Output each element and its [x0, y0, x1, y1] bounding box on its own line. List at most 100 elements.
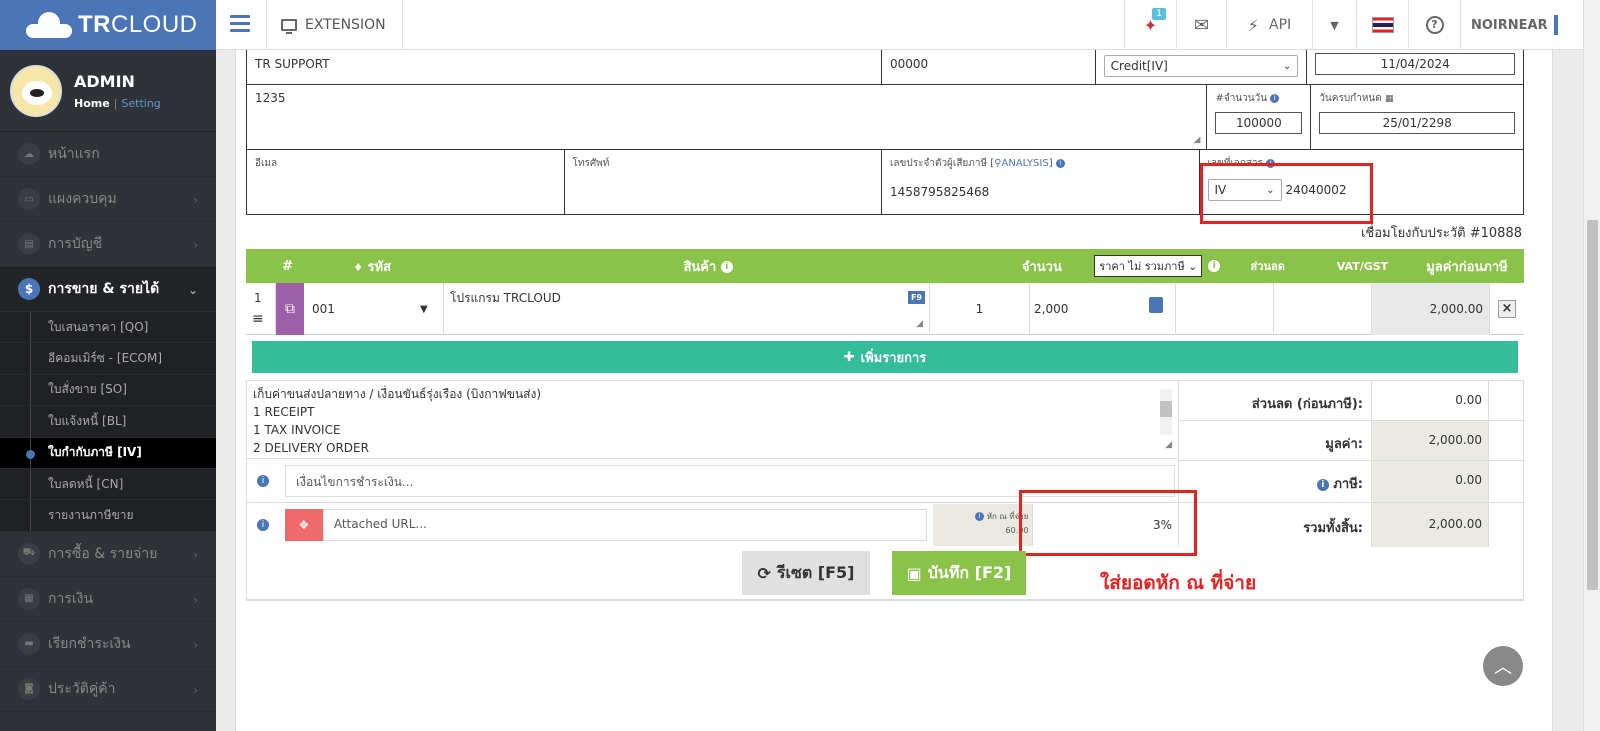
notes-scrollbar[interactable] — [1160, 389, 1172, 435]
building-icon — [1553, 15, 1558, 35]
add-row-button[interactable]: ✚ เพิ่มรายการ — [252, 341, 1518, 373]
sidebar-item-accounting[interactable]: ▤ การบัญชี › — [0, 222, 216, 267]
sidebar-item-contacts[interactable]: ◙ ประวัติคู่ค้า › — [0, 667, 216, 712]
info-icon: i — [1316, 478, 1329, 491]
help-button[interactable]: ? — [1408, 0, 1460, 50]
search-icon: ⚲ — [994, 158, 1002, 169]
summary-total-label: รวมทั้งสิ้น: — [1303, 521, 1363, 536]
product-code-input[interactable]: 001 — [312, 302, 420, 316]
vat-input[interactable] — [1274, 283, 1372, 335]
monitor-icon — [281, 19, 297, 34]
submenu-item-sales-tax-report[interactable]: รายงานภาษีขาย — [0, 500, 216, 532]
top-bar: TRCLOUD EXTENSION ✦ 1 ✉ ⚡ API ▼ ? NOIRNE… — [0, 0, 1600, 50]
customer-name[interactable]: TR SUPPORT — [247, 50, 882, 84]
cloud-logo-icon — [26, 12, 72, 38]
chevron-right-icon: › — [193, 637, 198, 652]
api-dropdown-button[interactable]: ▼ — [1312, 0, 1356, 50]
notification-badge: 1 — [1152, 8, 1166, 20]
dollar-icon: $ — [18, 278, 40, 300]
notes-textarea[interactable]: เก็บค่าขนส่งปลายทาง / เงื่อนขันธ์รุ่งเรื… — [247, 381, 1179, 459]
branch-code[interactable]: 00000 — [882, 50, 1096, 84]
avatar[interactable] — [10, 64, 62, 117]
chevron-right-icon: › — [193, 193, 198, 207]
sidebar-item-collection[interactable]: ▬ เรียกชำระเงิน › — [0, 622, 216, 667]
submenu-item-credit-note[interactable]: ใบลดหนี้ [CN] — [0, 468, 216, 501]
analysis-link[interactable]: ANALYSIS — [1002, 158, 1049, 169]
col-qty: จำนวน — [1021, 259, 1062, 275]
chevron-right-icon: › — [193, 547, 198, 562]
price-mode-select[interactable]: ราคา ไม่ รวมภาษี ⌄ — [1094, 255, 1203, 277]
submenu-item-quotation[interactable]: ใบเสนอราคา [QO] — [0, 312, 216, 344]
due-date-input[interactable]: 25/01/2298 — [1319, 112, 1515, 134]
calendar-icon: ▦ — [18, 587, 40, 610]
copy-icon: ⧉ — [285, 301, 295, 317]
price-input[interactable]: 2,000 — [1034, 302, 1068, 316]
resize-handle-icon: ◢ — [1165, 440, 1172, 450]
page-scrollbar[interactable] — [1583, 0, 1600, 731]
save-button[interactable]: ▣ บันทึก [F2] — [892, 551, 1026, 595]
api-label: API — [1269, 17, 1292, 33]
submenu-item-sales-order[interactable]: ใบสั่งขาย [SO] — [0, 374, 216, 407]
f9-button[interactable]: F9 — [907, 291, 925, 304]
scroll-to-top-button[interactable]: ︿ — [1483, 646, 1523, 686]
doc-date-input[interactable]: 11/04/2024 — [1315, 53, 1515, 75]
wht-amount: 60.00 — [1005, 526, 1029, 535]
extension-button[interactable]: EXTENSION — [266, 0, 403, 50]
language-button[interactable] — [1356, 0, 1408, 50]
history-link[interactable]: เชื่อมโยงกับประวัติ #10888 — [1361, 222, 1522, 243]
col-amount: มูลค่าก่อนภาษี — [1426, 259, 1508, 275]
reset-button[interactable]: ⟳ รีเซต [F5] — [742, 551, 870, 595]
col-code: รหัส — [367, 259, 392, 275]
email-label: อีเมล — [255, 158, 278, 169]
sidebar-item-dashboard[interactable]: ▭ แผงควบคุม › — [0, 177, 216, 222]
discount-input[interactable] — [1176, 283, 1274, 335]
submenu-item-ecommerce[interactable]: อีคอมเมิร์ซ - [ECOM] — [0, 343, 216, 375]
mail-button[interactable]: ✉ — [1176, 0, 1226, 50]
info-icon: i — [1208, 260, 1221, 272]
lightbulb-icon: ♦ — [353, 260, 364, 274]
home-link[interactable]: Home — [74, 97, 110, 110]
copy-row-button[interactable]: ⧉ — [276, 283, 304, 335]
api-button[interactable]: ⚡ API — [1226, 0, 1312, 50]
refresh-icon: ⟳ — [757, 563, 771, 583]
caret-down-icon[interactable]: ▼ — [420, 304, 428, 315]
items-table-header: # ♦ รหัส สินค้า i จำนวน ราคา ไม่ รวมภาษี… — [246, 249, 1524, 283]
days-input[interactable]: 100000 — [1215, 112, 1303, 134]
cart-icon: ⛟ — [18, 542, 40, 565]
logo[interactable]: TRCLOUD — [0, 0, 216, 50]
menu-toggle-icon[interactable] — [230, 15, 250, 33]
setting-link[interactable]: Setting — [121, 97, 160, 110]
notification-button[interactable]: ✦ 1 — [1124, 0, 1176, 50]
info-icon: i — [257, 519, 269, 531]
summary-panel: ส่วนลด (ก่อนภาษี): 0.00 มูลค่า: 2,000.00… — [1179, 381, 1525, 547]
info-icon: i — [257, 474, 269, 487]
book-icon: ▤ — [18, 233, 40, 255]
days-label: #จำนวนวัน — [1215, 93, 1268, 104]
sidebar-item-home[interactable]: ☁ หน้าแรก — [0, 132, 216, 177]
sidebar-item-sales[interactable]: $ การขาย & รายได้ ⌄ — [0, 267, 216, 312]
user-menu[interactable]: NOIRNEAR — [1460, 0, 1568, 50]
chevron-right-icon: › — [193, 238, 198, 252]
qty-input[interactable]: 1 — [930, 283, 1030, 335]
doc-type-select[interactable]: Credit[IV] ⌄ — [1103, 55, 1299, 77]
address-textarea[interactable]: 1235 ◢ — [247, 85, 1208, 149]
attached-url-input[interactable]: Attached URL... — [322, 509, 927, 541]
remove-row-button[interactable]: × — [1498, 300, 1516, 318]
thai-flag-icon — [1371, 17, 1394, 33]
product-description[interactable]: โปรแกรม TRCLOUD F9 ◢ — [444, 283, 930, 335]
plus-icon: ✚ — [843, 349, 855, 365]
col-product: สินค้า — [683, 259, 717, 275]
resize-handle-icon: ◢ — [916, 319, 923, 329]
logo-text-bold: TR — [78, 11, 111, 38]
submenu-item-tax-invoice[interactable]: ใบกำกับภาษี [IV] — [0, 437, 216, 469]
row-amount: 2,000.00 — [1372, 283, 1490, 335]
sidebar-item-finance[interactable]: ▦ การเงิน › — [0, 577, 216, 622]
summary-discount-value[interactable]: 0.00 — [1371, 381, 1489, 420]
drag-handle-icon[interactable]: ≡ — [252, 311, 264, 327]
user-name: NOIRNEAR — [1471, 17, 1548, 33]
tax-id-value[interactable]: 1458795825468 — [890, 185, 1191, 199]
dropbox-button[interactable]: ❖ — [284, 509, 323, 541]
submenu-item-billing[interactable]: ใบแจ้งหนี้ [BL] — [0, 406, 216, 438]
sidebar-item-purchase[interactable]: ⛟ การซื้อ & รายจ่าย › — [0, 532, 216, 577]
calculator-icon[interactable] — [1149, 297, 1163, 313]
